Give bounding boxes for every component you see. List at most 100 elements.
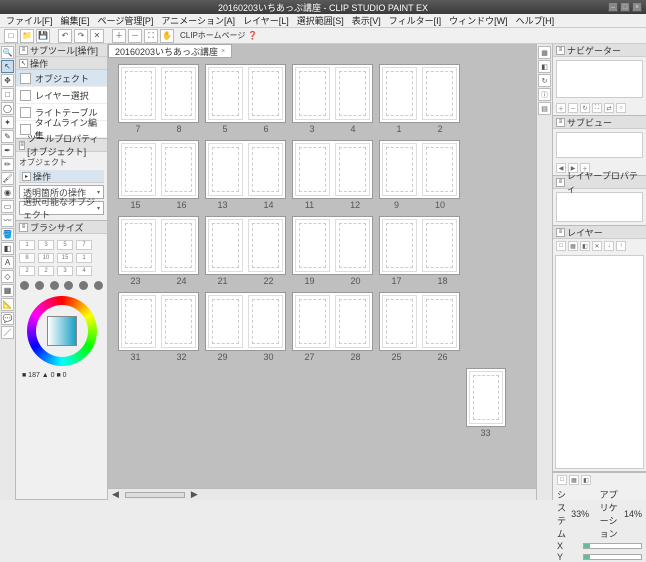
layer-btn[interactable]: ▦ — [568, 241, 578, 251]
move-tool-icon[interactable]: ✥ — [1, 74, 14, 87]
page-spread[interactable]: 2526 — [379, 292, 460, 362]
page-spread[interactable]: 1112 — [292, 140, 373, 210]
wand-tool-icon[interactable]: ✦ — [1, 116, 14, 129]
hand-button[interactable]: ✋ — [160, 29, 174, 43]
new-button[interactable]: □ — [4, 29, 18, 43]
brush-preset[interactable]: 3 — [57, 266, 73, 276]
color-set-icon[interactable]: ◧ — [538, 60, 551, 73]
subtool-tab-label[interactable]: 操作 — [30, 57, 48, 70]
zoom-slider[interactable] — [125, 492, 185, 498]
color-wheel[interactable] — [27, 296, 97, 366]
menu-help[interactable]: ヘルプ[H] — [514, 14, 557, 27]
menu-view[interactable]: 表示[V] — [350, 14, 383, 27]
brush-dot[interactable] — [64, 281, 73, 290]
menu-page[interactable]: ページ管理[P] — [96, 14, 156, 27]
page-spread[interactable]: 2324 — [118, 216, 199, 286]
brush-dot[interactable] — [50, 281, 59, 290]
canvas-area[interactable]: 20160203いちあっぷ講座× 78563412151613141112910… — [108, 44, 536, 500]
brush-dot[interactable] — [79, 281, 88, 290]
save-button[interactable]: 💾 — [36, 29, 50, 43]
monitor-icon[interactable]: □ — [557, 475, 567, 485]
panel-menu-icon[interactable]: ≡ — [19, 223, 28, 232]
menu-window[interactable]: ウィンドウ[W] — [447, 14, 510, 27]
page-spread[interactable]: 910 — [379, 140, 460, 210]
monitor-icon[interactable]: ◧ — [581, 475, 591, 485]
brush-preset[interactable]: 2 — [38, 266, 54, 276]
page-spread[interactable]: 33 — [445, 368, 526, 438]
delete-button[interactable]: ✕ — [90, 29, 104, 43]
menu-layer[interactable]: レイヤー[L] — [241, 14, 291, 27]
blend-tool-icon[interactable]: 〰 — [1, 214, 14, 227]
brush-dot[interactable] — [94, 281, 103, 290]
rotate-icon[interactable]: ↻ — [580, 103, 590, 113]
close-button[interactable]: × — [632, 2, 642, 12]
menu-edit[interactable]: 編集[E] — [59, 14, 92, 27]
open-button[interactable]: 📁 — [20, 29, 34, 43]
expand-icon[interactable]: ▸ — [22, 172, 31, 181]
menu-animation[interactable]: アニメーション[A] — [159, 14, 237, 27]
lasso-tool-icon[interactable]: ◯ — [1, 102, 14, 115]
page-spread[interactable]: 1516 — [118, 140, 199, 210]
brush-preset[interactable]: 3 — [38, 240, 54, 250]
panel-menu-icon[interactable]: ≡ — [556, 118, 565, 127]
layer-btn[interactable]: ↑ — [616, 241, 626, 251]
figure-tool-icon[interactable]: ◇ — [1, 270, 14, 283]
zoom-in-button[interactable]: ＋ — [112, 29, 126, 43]
menu-select[interactable]: 選択範囲[S] — [295, 14, 346, 27]
layer-btn[interactable]: ✕ — [592, 241, 602, 251]
brush-preset[interactable]: 10 — [38, 253, 54, 263]
fill-tool-icon[interactable]: 🪣 — [1, 228, 14, 241]
brush-dot[interactable] — [35, 281, 44, 290]
eyedropper-tool-icon[interactable]: ✎ — [1, 130, 14, 143]
gradient-tool-icon[interactable]: ◧ — [1, 242, 14, 255]
menu-filter[interactable]: フィルター[I] — [387, 14, 443, 27]
airbrush-tool-icon[interactable]: ◉ — [1, 186, 14, 199]
panel-menu-icon[interactable]: ≡ — [556, 228, 565, 237]
document-tab[interactable]: 20160203いちあっぷ講座× — [108, 44, 232, 58]
menu-file[interactable]: ファイル[F] — [4, 14, 55, 27]
nav-icon[interactable]: ◀ — [556, 163, 566, 173]
brush-preset[interactable]: 4 — [76, 266, 92, 276]
line-tool-icon[interactable]: ／ — [1, 326, 14, 339]
text-tool-icon[interactable]: A — [1, 256, 14, 269]
close-tab-icon[interactable]: × — [221, 48, 225, 55]
brush-preset[interactable]: 7 — [76, 240, 92, 250]
info-icon[interactable]: ⓘ — [538, 88, 551, 101]
minimize-button[interactable]: – — [608, 2, 618, 12]
page-spread[interactable]: 34 — [292, 64, 373, 134]
flip-icon[interactable]: ⇄ — [604, 103, 614, 113]
zoom-slider-icon[interactable]: ◀ — [112, 489, 119, 500]
page-spread[interactable]: 12 — [379, 64, 460, 134]
layer-btn[interactable]: ↓ — [604, 241, 614, 251]
layer-btn[interactable]: □ — [556, 241, 566, 251]
selectable-object-dropdown[interactable]: 選択可能なオブジェクト — [19, 201, 104, 215]
page-spread[interactable]: 1718 — [379, 216, 460, 286]
page-spread[interactable]: 2728 — [292, 292, 373, 362]
redo-button[interactable]: ↷ — [74, 29, 88, 43]
brush-tool-icon[interactable]: 🖌 — [1, 172, 14, 185]
panel-menu-icon[interactable]: ≡ — [556, 178, 565, 187]
brush-dot[interactable] — [20, 281, 29, 290]
maximize-button[interactable]: □ — [620, 2, 630, 12]
panel-menu-icon[interactable]: ≡ — [19, 46, 28, 55]
fit-icon[interactable]: ⛶ — [592, 103, 602, 113]
subtool-layer-select[interactable]: レイヤー選択 — [16, 87, 107, 104]
page-spread[interactable]: 3132 — [118, 292, 199, 362]
pencil-tool-icon[interactable]: ✏ — [1, 158, 14, 171]
help-link[interactable]: CLIPホームページ ❓ — [180, 30, 258, 41]
zoom-slider-icon[interactable]: ▶ — [191, 489, 198, 500]
zoom-out-button[interactable]: － — [128, 29, 142, 43]
operation-tool-icon[interactable]: ↖ — [1, 60, 14, 73]
panel-menu-icon[interactable]: ≡ — [556, 46, 565, 55]
reset-icon[interactable]: ○ — [616, 103, 626, 113]
ruler-tool-icon[interactable]: 📐 — [1, 298, 14, 311]
brush-preset[interactable]: 2 — [19, 266, 35, 276]
brush-preset[interactable]: 1 — [19, 240, 35, 250]
page-spread[interactable]: 78 — [118, 64, 199, 134]
brush-preset[interactable]: 15 — [57, 253, 73, 263]
magnify-tool-icon[interactable]: 🔍 — [1, 46, 14, 59]
eraser-tool-icon[interactable]: ▭ — [1, 200, 14, 213]
monitor-icon[interactable]: ▦ — [569, 475, 579, 485]
material-icon[interactable]: ▦ — [538, 46, 551, 59]
balloon-tool-icon[interactable]: 💬 — [1, 312, 14, 325]
